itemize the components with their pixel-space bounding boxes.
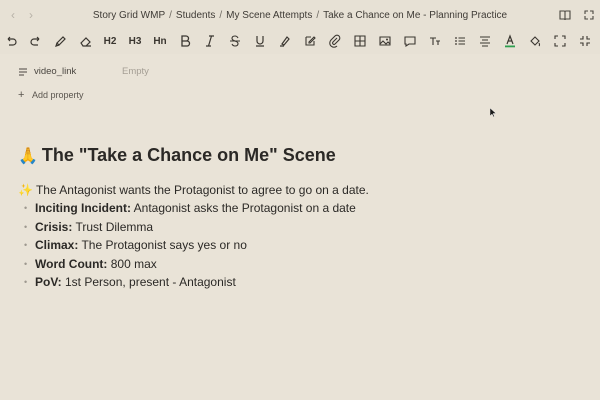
page-heading: 🙏 The "Take a Chance on Me" Scene [18, 145, 336, 166]
breadcrumb-item-current[interactable]: Take a Chance on Me - Planning Practice [323, 10, 507, 21]
list-icon[interactable] [451, 32, 469, 50]
breadcrumb: Story Grid WMP / Students / My Scene Attempt… [0, 10, 600, 21]
list-item: • PoV: 1st Person, present - Antagonist [24, 275, 356, 294]
underline-icon[interactable] [251, 32, 269, 50]
strikethrough-icon[interactable] [226, 32, 244, 50]
fill-icon[interactable] [526, 32, 544, 50]
list-item: • Crisis: Trust Dilemma [24, 220, 356, 239]
list-item: • Climax: The Protagonist says yes or no [24, 238, 356, 257]
breadcrumb-item[interactable]: My Scene Attempts [226, 10, 312, 21]
image-icon[interactable] [376, 32, 394, 50]
italic-icon[interactable] [201, 32, 219, 50]
property-row[interactable]: video_link Empty [18, 66, 318, 80]
bullet-icon: • [24, 277, 28, 287]
breadcrumb-separator: / [316, 10, 320, 21]
comment-icon[interactable] [401, 32, 419, 50]
list-item-label: PoV: [35, 275, 62, 289]
bullet-icon: • [24, 221, 28, 232]
bullet-icon: • [24, 203, 28, 213]
focus-icon[interactable] [551, 32, 569, 50]
property-value[interactable]: Empty [122, 66, 149, 77]
attachment-icon[interactable] [326, 32, 344, 50]
intro-text: The Antagonist wants the Protagonist to … [35, 183, 369, 197]
title-bar: ‹ › Story Grid WMP / Students / My Scene Att… [0, 0, 600, 30]
sparkles-icon: ✨ [18, 183, 33, 197]
breadcrumb-separator: / [219, 10, 223, 21]
breadcrumb-separator: / [169, 10, 172, 21]
expand-icon[interactable] [582, 8, 596, 22]
property-name: video_link [34, 66, 77, 77]
intro-paragraph: ✨ The Antagonist wants the Protagonist to… [18, 183, 369, 197]
eraser-icon[interactable] [77, 32, 95, 50]
editor-toolbar: H2 H3 Hn [0, 30, 600, 54]
list-item-text: Trust Dilemma [72, 219, 154, 234]
text-size-icon[interactable] [426, 32, 444, 50]
heading-n-icon[interactable]: Hn [151, 32, 169, 50]
book-icon[interactable] [558, 8, 572, 22]
breadcrumb-item[interactable]: Students [176, 10, 215, 21]
praying-hands-icon: 🙏 [18, 148, 38, 165]
list-item-label: Inciting Incident: [35, 201, 131, 215]
text-color-icon[interactable] [501, 32, 519, 50]
list-item: • Word Count: 800 max [24, 257, 356, 276]
redo-icon[interactable] [27, 32, 45, 50]
table-icon[interactable] [351, 32, 369, 50]
breadcrumb-item[interactable]: Story Grid WMP [93, 10, 165, 21]
list-item-text: 800 max [107, 256, 157, 271]
mouse-cursor-icon [490, 108, 496, 117]
bullet-icon: • [24, 240, 28, 250]
align-icon[interactable] [476, 32, 494, 50]
bold-icon[interactable] [176, 32, 194, 50]
list-item-label: Climax: [35, 238, 79, 252]
list-item-label: Word Count: [35, 256, 108, 271]
list-item-text: The Protagonist says yes or no [78, 238, 247, 252]
list-item-label: Crisis: [35, 219, 73, 234]
scene-details-list: • Inciting Incident: Antagonist asks the … [24, 201, 356, 294]
add-property-label: Add property [32, 90, 84, 100]
list-item-text: Antagonist asks the Protagonist on a dat… [131, 201, 356, 215]
bullet-icon: • [24, 258, 28, 269]
plus-icon: + [18, 89, 25, 101]
edit-icon[interactable] [301, 32, 319, 50]
text-lines-icon [18, 67, 28, 77]
collapse-icon[interactable] [576, 32, 594, 50]
list-item-text: 1st Person, present - Antagonist [61, 275, 236, 289]
undo-icon[interactable] [2, 32, 20, 50]
format-paint-icon[interactable] [52, 32, 70, 50]
heading-3-icon[interactable]: H3 [126, 32, 144, 50]
heading-text: The "Take a Chance on Me" Scene [41, 145, 336, 165]
highlight-icon[interactable] [276, 32, 294, 50]
list-item: • Inciting Incident: Antagonist asks the … [24, 201, 356, 220]
heading-2-icon[interactable]: H2 [101, 32, 119, 50]
